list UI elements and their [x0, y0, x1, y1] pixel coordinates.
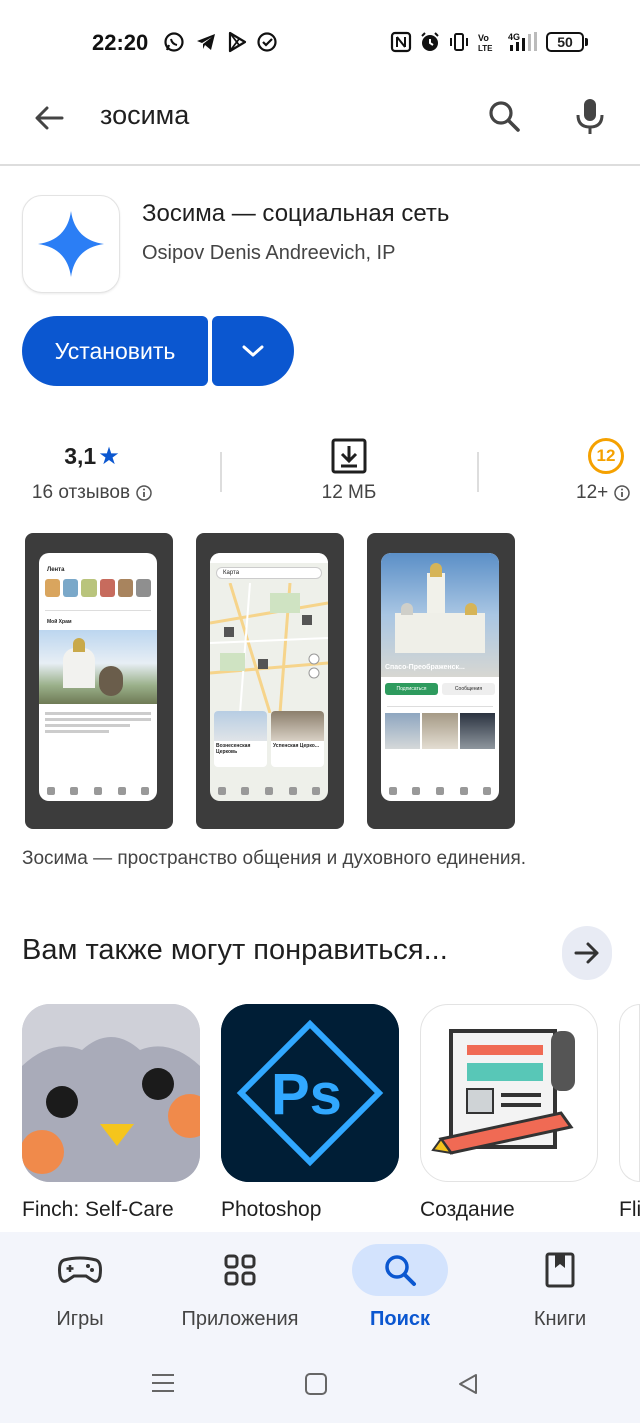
volte-icon: VoLTE [478, 33, 493, 53]
stat-divider [477, 452, 479, 492]
back-triangle-icon[interactable] [456, 1372, 480, 1396]
battery-level: 50 [557, 34, 573, 50]
rec-label-finch[interactable]: Finch: Self-Care [22, 1198, 174, 1222]
nav-search[interactable]: Поиск [320, 1232, 480, 1342]
age-rating-badge: 12 [588, 438, 624, 474]
nav-books-label: Книги [533, 1308, 587, 1330]
check-circle-icon [257, 32, 277, 52]
search-icon [385, 1255, 416, 1286]
finch-bird-icon [22, 1004, 200, 1182]
nav-apps[interactable]: Приложения [160, 1232, 320, 1342]
install-options-button[interactable] [212, 316, 294, 386]
search-bar: зосима [0, 86, 640, 166]
recommendations-more-button[interactable] [562, 926, 612, 980]
rating-value: 3,1 [64, 442, 97, 469]
age-rating: 12+ [576, 482, 609, 503]
screenshot-church[interactable]: Спасо-Преображенск... Подписаться Сообще… [367, 533, 515, 829]
vibrate-icon [450, 33, 468, 51]
photoshop-logo-icon: Ps [221, 1004, 399, 1182]
nav-games[interactable]: Игры [0, 1232, 160, 1342]
system-navigation-bar [0, 1352, 640, 1423]
nav-books[interactable]: Книги [480, 1232, 640, 1342]
nav-apps-label: Приложения [181, 1308, 299, 1330]
info-icon [136, 485, 152, 501]
battery-tip [585, 38, 588, 46]
svg-text:4G: 4G [508, 32, 520, 42]
clock: 22:20 [92, 30, 149, 55]
reviews-count: 16 отзывов [31, 482, 131, 503]
svg-text:Ps: Ps [271, 1062, 342, 1127]
status-bar: 22:20 Vo LTE 4G 50 [0, 0, 640, 86]
screenshot-map-search-label: Карта [223, 570, 240, 576]
size-stat: 12 МБ [290, 436, 408, 504]
screenshot-map-place-1: Вознесенская Церковь [216, 743, 251, 755]
screenshot-subscribe: Подписаться [385, 683, 438, 695]
install-button[interactable]: Установить [22, 316, 208, 386]
document-pencil-icon [431, 1029, 575, 1155]
signal-4g-icon: 4G [508, 32, 537, 51]
nav-games-label: Игры [56, 1308, 104, 1330]
svg-text:Vo: Vo [478, 33, 489, 43]
screenshot-feed[interactable]: Лента Мой Храм [25, 533, 173, 829]
app-description: Зосима — пространство общения и духовног… [22, 848, 527, 869]
screenshot-map[interactable]: Карта Вознесенская Церковь Успенская Цер… [196, 533, 344, 829]
stat-divider [220, 452, 222, 492]
play-store-icon [228, 31, 247, 53]
alarm-icon [421, 32, 439, 51]
rec-label-creator[interactable]: Создание [420, 1198, 515, 1222]
screenshot-feed-title: Лента [47, 567, 65, 573]
screenshot-map-search: Карта [216, 567, 322, 579]
app-developer[interactable]: Osipov Denis Andreevich, IP [142, 242, 395, 265]
search-icon[interactable] [484, 96, 524, 136]
map-illustration [210, 582, 328, 714]
document-creator-app-icon[interactable] [420, 1004, 598, 1182]
search-input[interactable]: зосима [100, 100, 189, 131]
screenshot-map-place-2: Успенская Церко... [273, 743, 319, 749]
book-icon [545, 1252, 575, 1288]
rating-stat[interactable]: 3,1 ★ 16 отзывов [22, 436, 162, 504]
home-icon[interactable] [304, 1372, 328, 1396]
battery-icon: 50 [546, 32, 584, 52]
nav-search-label: Поиск [369, 1308, 431, 1330]
recommendations-title[interactable]: Вам также могут понравиться... [22, 934, 448, 967]
svg-text:LTE: LTE [478, 44, 493, 53]
screenshot-messages: Сообщения [442, 683, 495, 695]
app-title: Зосима — социальная сеть [142, 200, 450, 227]
age-stat[interactable]: 12 12+ [570, 436, 640, 504]
back-arrow-icon[interactable] [32, 100, 68, 136]
screenshot-feed-post: Мой Храм [47, 619, 72, 625]
partial-app-icon[interactable] [619, 1004, 640, 1182]
star-icon: ★ [98, 442, 120, 470]
arrow-right-icon [574, 942, 599, 964]
age-badge-value: 12 [596, 446, 616, 465]
info-icon [614, 485, 630, 501]
finch-app-icon[interactable] [22, 1004, 200, 1182]
nfc-icon [390, 31, 412, 53]
apps-grid-icon [224, 1254, 256, 1286]
menu-icon[interactable] [150, 1372, 176, 1394]
photoshop-app-icon[interactable]: Ps [221, 1004, 399, 1182]
telegram-icon [197, 34, 215, 50]
app-icon[interactable] [22, 195, 120, 293]
screenshot-church-title: Спасо-Преображенск... [385, 664, 465, 671]
rec-label-partial[interactable]: Fli [619, 1198, 640, 1222]
microphone-icon[interactable] [570, 96, 610, 136]
download-icon [331, 438, 367, 474]
chevron-down-icon [242, 345, 264, 357]
gamepad-icon [58, 1256, 102, 1283]
sparkle-star-icon [38, 211, 104, 277]
app-size: 12 МБ [321, 482, 377, 503]
rec-label-photoshop[interactable]: Photoshop [221, 1198, 321, 1222]
whatsapp-icon [164, 32, 184, 52]
